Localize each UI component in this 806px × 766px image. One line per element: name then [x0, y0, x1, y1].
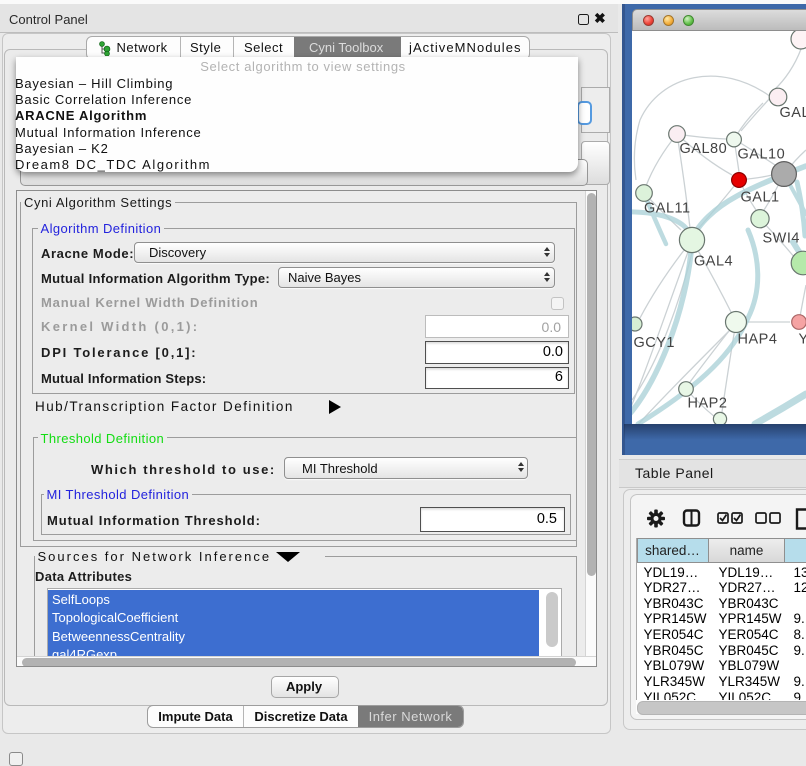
- svg-text:SWI4: SWI4: [763, 231, 800, 247]
- svg-text:GAL4: GAL4: [694, 253, 733, 269]
- svg-text:HAP2: HAP2: [688, 396, 728, 412]
- svg-text:GAL11: GAL11: [644, 201, 691, 217]
- svg-text:GAL1: GAL1: [741, 190, 780, 206]
- svg-text:GAL10: GAL10: [738, 147, 786, 163]
- svg-text:HAP4: HAP4: [738, 332, 778, 348]
- svg-text:Y: Y: [799, 332, 806, 348]
- svg-text:GAL7: GAL7: [780, 105, 806, 121]
- svg-text:GCY1: GCY1: [634, 335, 676, 351]
- svg-text:GAL80: GAL80: [680, 141, 728, 157]
